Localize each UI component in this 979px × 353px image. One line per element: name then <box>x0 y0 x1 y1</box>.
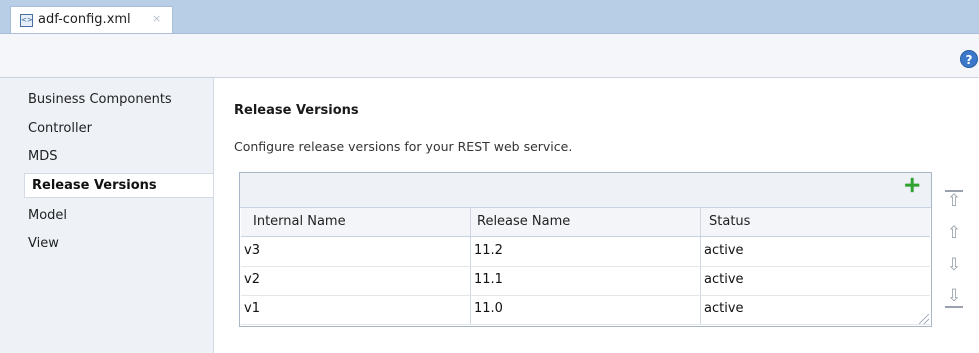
sidebar: Business Components Controller MDS Model… <box>0 78 214 353</box>
cell-internal-name[interactable]: v3 <box>244 243 260 258</box>
cell-release-name[interactable]: 11.2 <box>474 243 503 258</box>
sidebar-item-release-versions[interactable]: Release Versions <box>24 173 213 198</box>
close-icon[interactable]: × <box>152 12 161 25</box>
table-header: Internal Name Release Name Status <box>241 208 930 237</box>
section-description: Configure release versions for your REST… <box>234 139 573 154</box>
cell-status[interactable]: active <box>704 272 744 287</box>
sidebar-item-label: Release Versions <box>32 178 157 193</box>
sidebar-item-controller[interactable]: Controller <box>28 121 92 136</box>
column-header-status[interactable]: Status <box>709 214 750 229</box>
column-header-release-name[interactable]: Release Name <box>477 214 570 229</box>
page-title: Release Versions <box>234 103 359 118</box>
move-to-bottom-icon[interactable]: ⇩ <box>945 286 963 308</box>
table-row[interactable]: v3 11.2 active <box>241 237 930 267</box>
xml-file-icon: <> <box>20 14 33 27</box>
sidebar-item-view[interactable]: View <box>28 236 59 251</box>
editor-tab-label: adf-config.xml <box>38 12 131 27</box>
resize-grip-icon[interactable] <box>919 314 929 324</box>
sidebar-item-business-components[interactable]: Business Components <box>28 92 172 107</box>
move-up-icon[interactable]: ⇧ <box>945 222 963 244</box>
table-row[interactable]: v2 11.1 active <box>241 266 930 296</box>
plus-icon[interactable]: + <box>903 175 921 197</box>
move-to-top-icon[interactable]: ⇧ <box>945 190 963 212</box>
cell-status[interactable]: active <box>704 301 744 316</box>
cell-release-name[interactable]: 11.1 <box>474 272 503 287</box>
editor-tab-adf-config[interactable]: <> adf-config.xml × <box>10 6 173 33</box>
cell-release-name[interactable]: 11.0 <box>474 301 503 316</box>
cell-internal-name[interactable]: v1 <box>244 301 260 316</box>
column-header-internal-name[interactable]: Internal Name <box>253 214 346 229</box>
sidebar-item-model[interactable]: Model <box>28 208 67 223</box>
cell-internal-name[interactable]: v2 <box>244 272 260 287</box>
move-down-icon[interactable]: ⇩ <box>945 254 963 276</box>
editor-toolbar: ? <box>0 34 979 78</box>
editor-tab-strip: <> adf-config.xml × <box>0 0 979 34</box>
cell-status[interactable]: active <box>704 243 744 258</box>
help-icon[interactable]: ? <box>960 50 978 68</box>
sidebar-item-mds[interactable]: MDS <box>28 149 57 164</box>
table-row[interactable]: v1 11.0 active <box>241 295 930 325</box>
release-versions-table-panel: + Internal Name Release Name Status v3 1… <box>239 172 932 327</box>
table-toolbar: + <box>240 173 931 208</box>
